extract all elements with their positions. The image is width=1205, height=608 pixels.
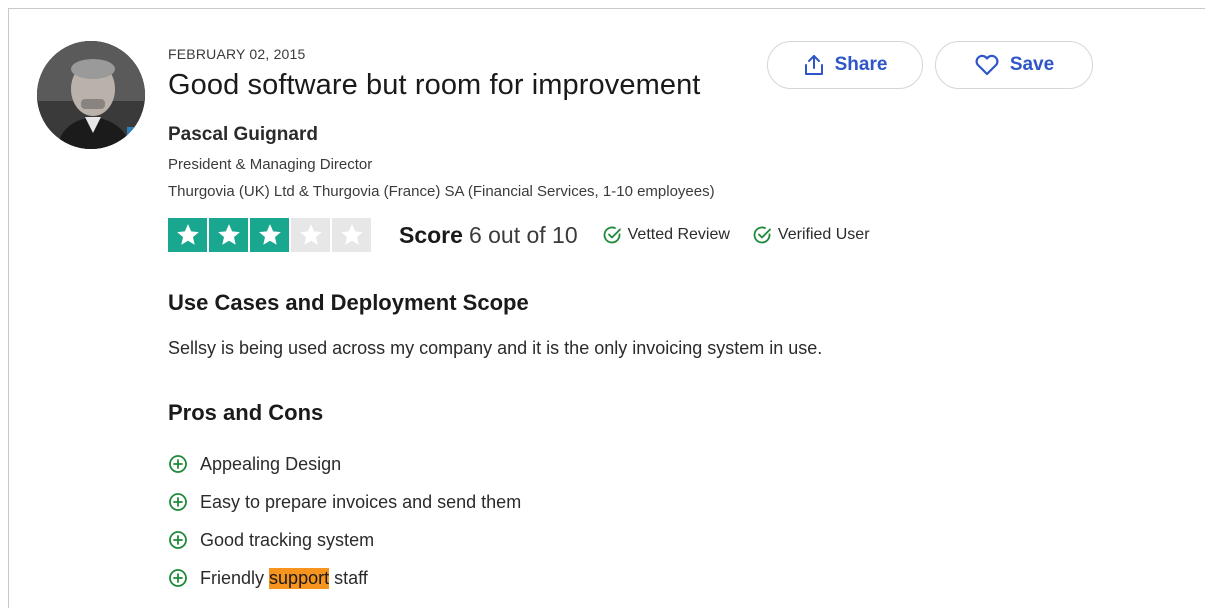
reviewer-company: Thurgovia (UK) Ltd & Thurgovia (France) … — [168, 183, 715, 200]
rating-row: Score 6 out of 10 Vetted Review Verified… — [168, 218, 870, 252]
share-button[interactable]: Share — [767, 41, 923, 89]
score-label: Score — [399, 221, 463, 248]
pro-item: Easy to prepare invoices and send them — [168, 483, 521, 521]
reviewer-name: Pascal Guignard — [168, 124, 318, 145]
share-icon — [803, 53, 825, 77]
pros-cons-heading: Pros and Cons — [168, 400, 324, 425]
star-icon — [332, 218, 371, 252]
verified-user-badge: Verified User — [752, 225, 870, 245]
search-highlight: support — [269, 567, 330, 589]
pro-item: Appealing Design — [168, 445, 521, 483]
star-icon — [250, 218, 289, 252]
save-button[interactable]: Save — [935, 41, 1093, 89]
score-value: 6 out of 10 — [468, 221, 578, 248]
share-label: Share — [834, 54, 888, 75]
review-card: FEBRUARY 02, 2015 Good software but room… — [8, 8, 1205, 608]
use-cases-text: Sellsy is being used across my company a… — [168, 338, 823, 358]
star-icon — [209, 218, 248, 252]
reviewer-avatar — [37, 41, 145, 149]
pro-text: Appealing Design — [200, 453, 342, 474]
verified-user-label: Verified User — [777, 226, 870, 243]
pros-list: Appealing Design Easy to prepare invoice… — [168, 445, 521, 597]
star-rating — [168, 218, 373, 252]
review-title: Good software but room for improvement — [168, 69, 701, 101]
review-date: FEBRUARY 02, 2015 — [168, 46, 306, 62]
plus-circle-icon — [168, 568, 188, 588]
pro-item: Good tracking system — [168, 521, 521, 559]
check-circle-icon — [752, 225, 772, 245]
star-icon — [168, 218, 207, 252]
reviewer-role: President & Managing Director — [168, 156, 373, 173]
pro-text: Easy to prepare invoices and send them — [200, 491, 522, 512]
pro-text-before: Friendly — [200, 567, 265, 588]
plus-circle-icon — [168, 454, 188, 474]
heart-icon — [974, 54, 1000, 76]
use-cases-heading: Use Cases and Deployment Scope — [168, 290, 529, 315]
check-circle-icon — [602, 225, 622, 245]
pro-text-after: staff — [334, 567, 368, 588]
vetted-review-label: Vetted Review — [627, 226, 730, 243]
save-label: Save — [1009, 54, 1055, 75]
vetted-review-badge: Vetted Review — [602, 225, 730, 245]
plus-circle-icon — [168, 530, 188, 550]
pro-text: Good tracking system — [200, 529, 375, 550]
star-icon — [291, 218, 330, 252]
plus-circle-icon — [168, 492, 188, 512]
pro-item: Friendly support staff — [168, 559, 521, 597]
